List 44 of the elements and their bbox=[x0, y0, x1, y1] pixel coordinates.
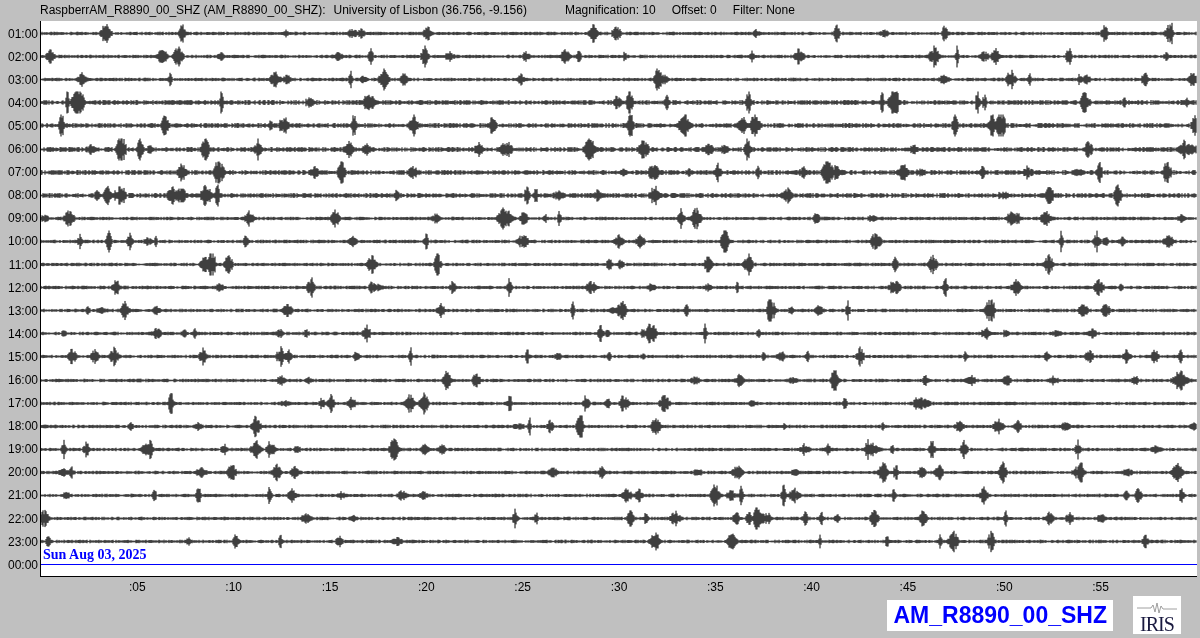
time-label: 09:00 bbox=[6, 210, 39, 228]
axis-label: :40 bbox=[803, 579, 820, 594]
time-label: 11:00 bbox=[7, 256, 39, 274]
date-label: Sun Aug 03, 2025 bbox=[43, 547, 147, 564]
location-text: University of Lisbon (36.756, -9.156) bbox=[333, 3, 527, 18]
time-label: 17:00 bbox=[6, 395, 39, 413]
time-label: 19:00 bbox=[6, 441, 39, 459]
axis-label: :50 bbox=[995, 579, 1013, 594]
time-label: 06:00 bbox=[6, 141, 39, 159]
station-title: RaspberrAM_R8890_00_SHZ (AM_R8890_00_SHZ): bbox=[40, 3, 326, 18]
axis-label: :45 bbox=[899, 579, 917, 594]
offset-text: Offset: 0 bbox=[671, 3, 717, 18]
axis-label: :55 bbox=[1092, 579, 1109, 594]
axis-label: :25 bbox=[514, 579, 531, 594]
axis-label: :05 bbox=[129, 579, 146, 594]
waveform-icon bbox=[1137, 602, 1177, 614]
filter-text: Filter: None bbox=[732, 3, 795, 18]
time-label: 10:00 bbox=[6, 233, 39, 251]
time-label: 14:00 bbox=[6, 325, 39, 343]
axis-label: :35 bbox=[706, 579, 724, 594]
time-label: 13:00 bbox=[6, 302, 39, 320]
time-label: 16:00 bbox=[6, 372, 39, 389]
time-label: 03:00 bbox=[6, 71, 39, 89]
time-label: 20:00 bbox=[6, 464, 39, 482]
time-label: 21:00 bbox=[6, 487, 39, 505]
axis-label: :30 bbox=[610, 579, 628, 594]
time-label: 04:00 bbox=[6, 94, 39, 112]
time-label: 08:00 bbox=[6, 187, 39, 205]
time-label: 12:00 bbox=[6, 279, 39, 297]
station-label: AM_R8890_00_SHZ bbox=[887, 599, 1113, 631]
time-label: 23:00 bbox=[6, 533, 39, 551]
time-label: 15:00 bbox=[6, 348, 39, 366]
time-label: 18:00 bbox=[6, 418, 39, 436]
time-label: 05:00 bbox=[6, 118, 39, 135]
logo-text: IRIS bbox=[1140, 614, 1174, 634]
time-label: 22:00 bbox=[6, 510, 39, 528]
time-label: 00:00 bbox=[6, 556, 39, 574]
axis-label: :10 bbox=[225, 579, 242, 594]
magnification-text: Magnification: 10 bbox=[564, 3, 656, 18]
axis-label: :20 bbox=[417, 579, 435, 594]
axis-label: :15 bbox=[321, 579, 339, 594]
time-label: 07:00 bbox=[6, 164, 39, 182]
time-label: 02:00 bbox=[6, 48, 39, 66]
time-label: 01:00 bbox=[6, 25, 39, 43]
